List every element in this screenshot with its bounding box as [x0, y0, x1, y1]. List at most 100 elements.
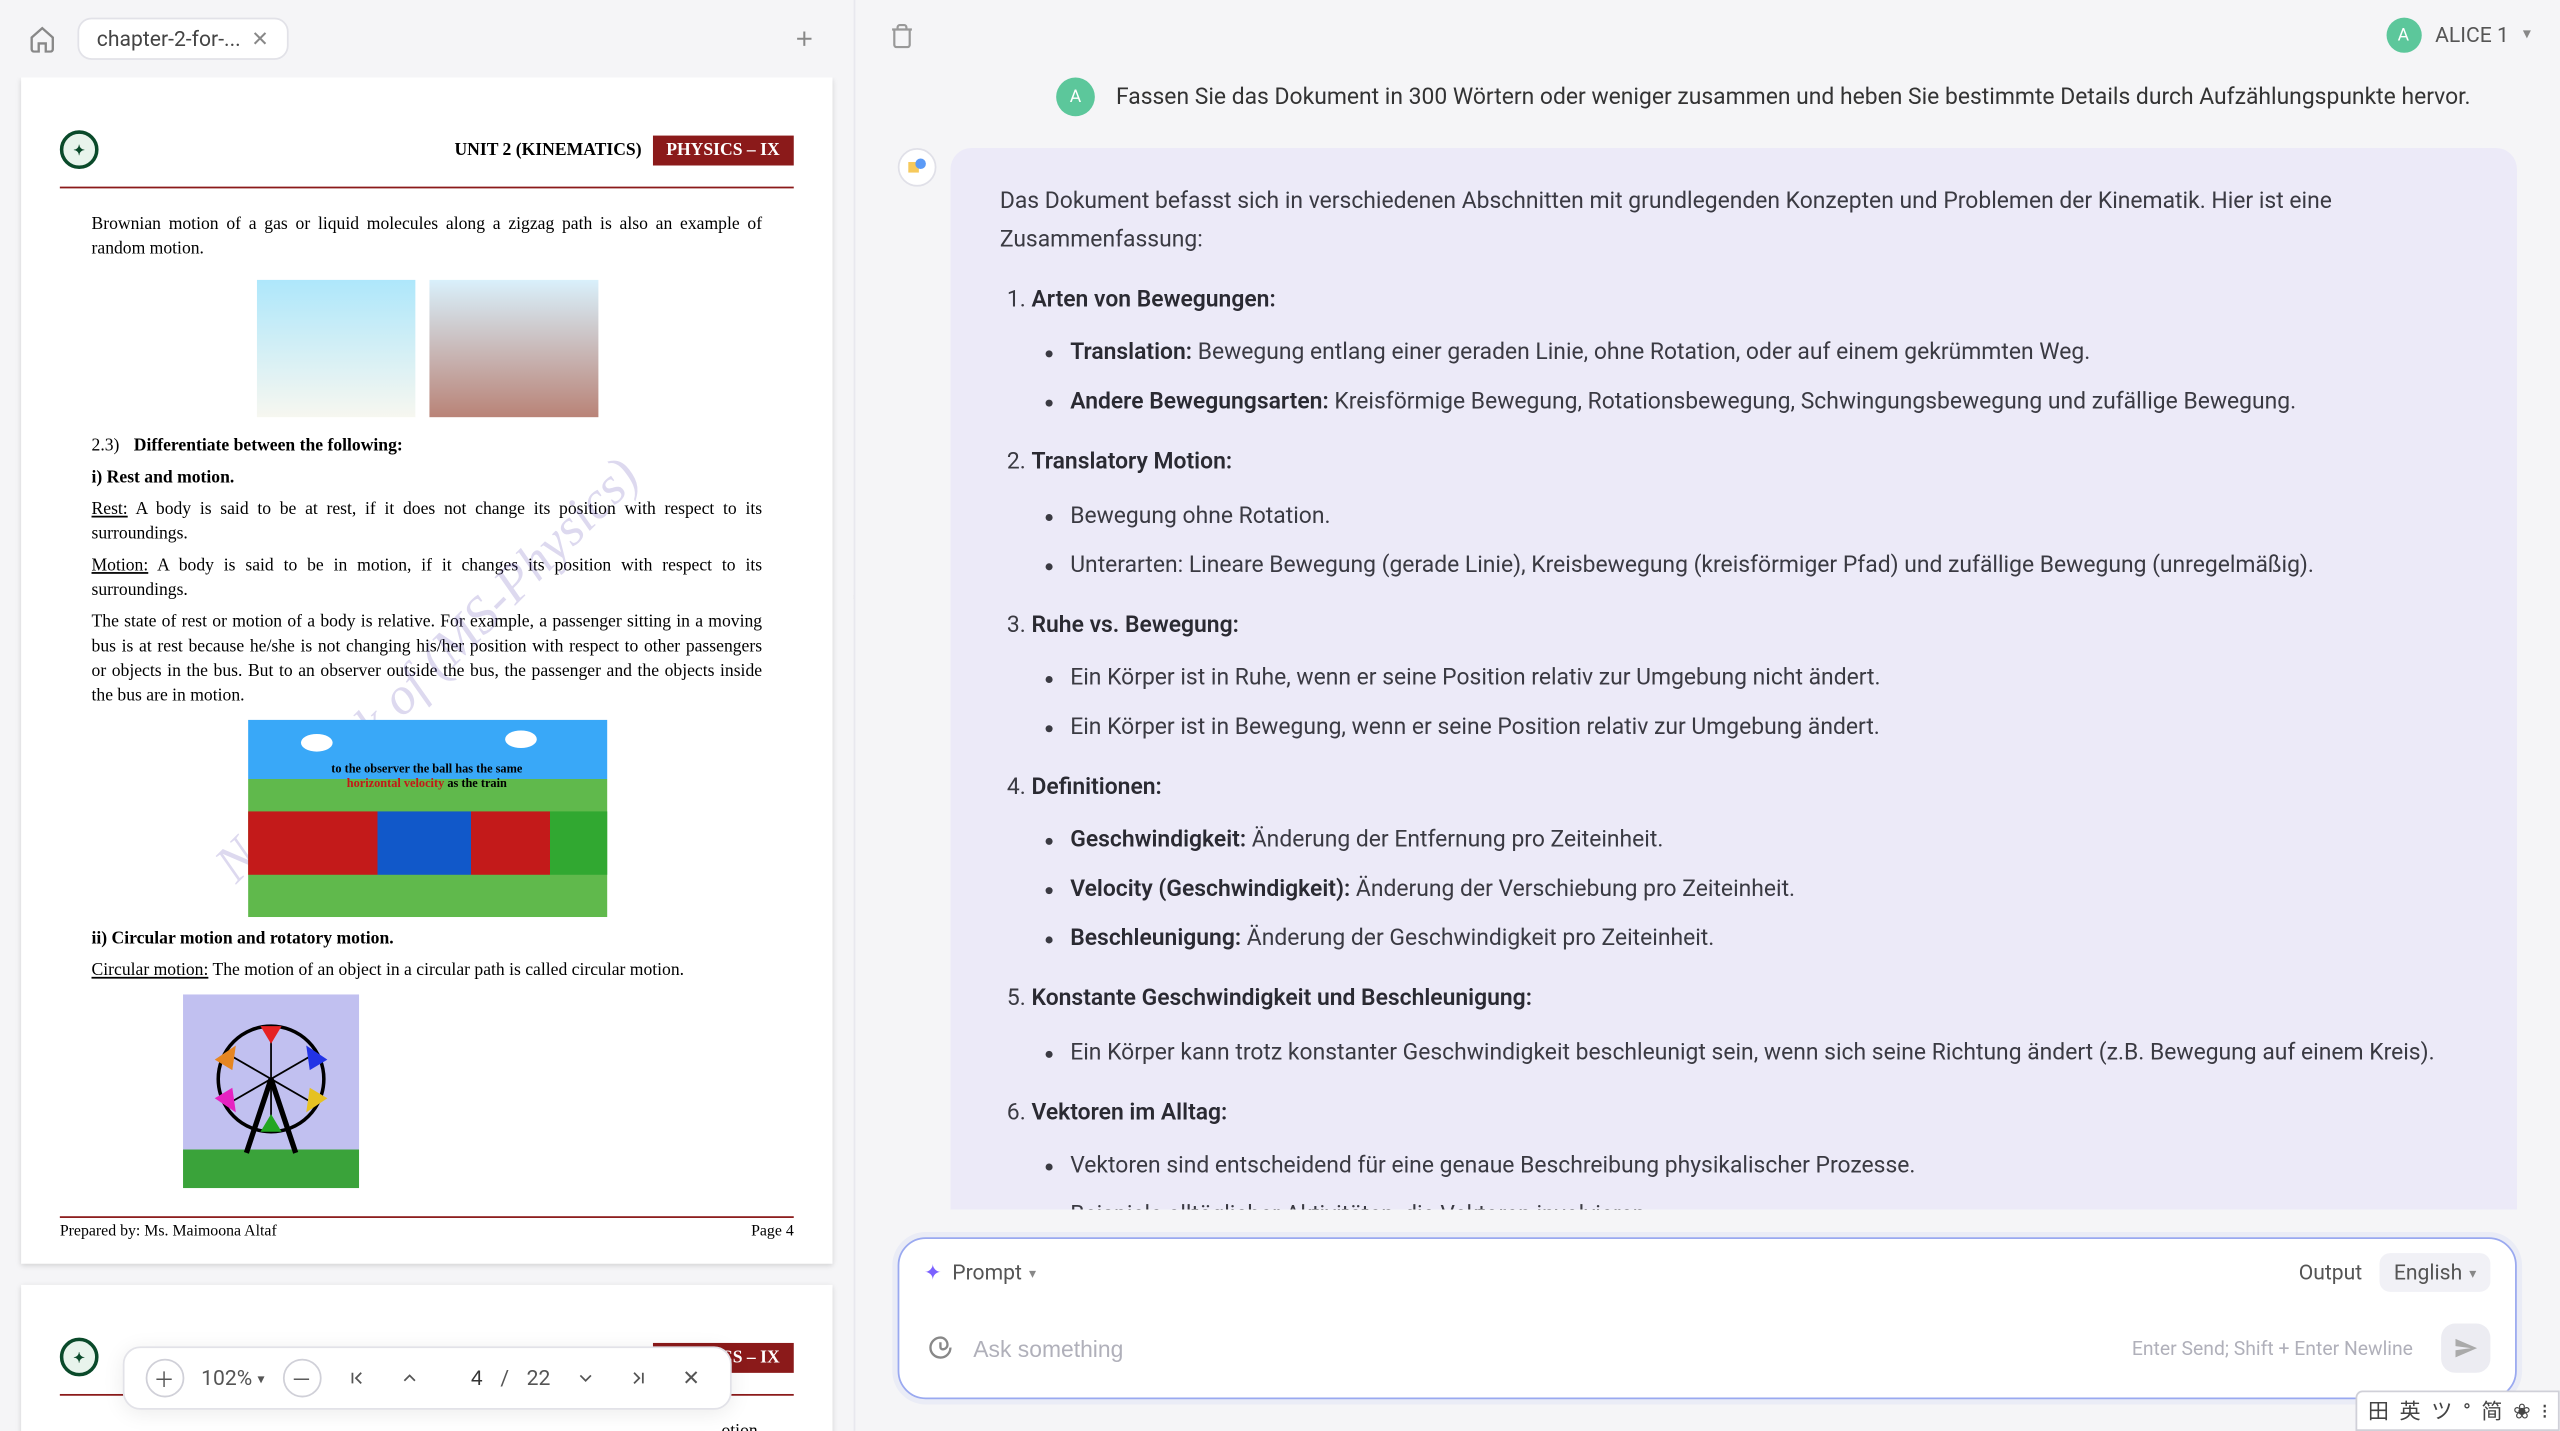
- caption-text: as the train: [444, 776, 507, 790]
- language-select[interactable]: English ▾: [2380, 1253, 2491, 1292]
- image-row: [60, 280, 794, 417]
- ime-button[interactable]: ⁝: [2541, 1398, 2548, 1423]
- list-item: Beschleunigung: Änderung der Geschwindig…: [1070, 921, 2467, 960]
- list-item: Vektoren im Alltag: Vektoren sind entsch…: [1031, 1094, 2467, 1209]
- avatar: A: [2386, 18, 2421, 53]
- chevron-down-icon: ▾: [1029, 1265, 1036, 1281]
- chevron-down-icon: ▾: [2523, 26, 2531, 44]
- list-item: Translatory Motion: Bewegung ohne Rotati…: [1031, 444, 2467, 585]
- school-logo-icon: ✦: [60, 130, 99, 169]
- message-text: Fassen Sie das Dokument in 300 Wörtern o…: [1116, 84, 2471, 110]
- zoom-in-button[interactable]: ＋: [145, 1359, 184, 1398]
- paragraph: Motion: A body is said to be in motion, …: [92, 554, 763, 603]
- close-toolbar-button[interactable]: ✕: [674, 1360, 709, 1395]
- prompt-dropdown[interactable]: Prompt ▾: [952, 1260, 1036, 1285]
- item-title: Arten von Bewegungen:: [1031, 287, 1275, 313]
- term-label: Rest:: [92, 500, 128, 519]
- butterflies-image: [256, 280, 414, 417]
- prompt-label: Prompt: [952, 1260, 1022, 1285]
- attach-button[interactable]: [924, 1332, 956, 1364]
- user-menu[interactable]: A ALICE 1 ▾: [2386, 18, 2531, 53]
- page-number-input[interactable]: [444, 1366, 483, 1391]
- bullet-body: Änderung der Verschiebung pro Zeiteinhei…: [1350, 877, 1795, 903]
- list-item: Ein Körper ist in Bewegung, wenn er sein…: [1070, 709, 2467, 748]
- zoom-dropdown[interactable]: 102% ▾: [201, 1366, 264, 1391]
- list-item: Konstante Geschwindigkeit und Beschleuni…: [1031, 981, 2467, 1073]
- document-viewport[interactable]: Note Book of (MS-Physics) ✦ UNIT 2 (KINE…: [0, 77, 854, 1430]
- input-card: ✦ Prompt ▾ Output English ▾: [898, 1237, 2517, 1399]
- document-tab[interactable]: chapter-2-for-... ✕: [77, 18, 288, 60]
- chat-input[interactable]: [973, 1335, 2114, 1361]
- user-message: A Fassen Sie das Dokument in 300 Wörtern…: [898, 77, 2517, 116]
- last-page-button[interactable]: [621, 1360, 656, 1395]
- ime-button[interactable]: ツ: [2431, 1396, 2452, 1426]
- bullet-label: Beschleunigung:: [1070, 926, 1241, 952]
- term-body: A body is said to be in motion, if it ch…: [92, 556, 763, 600]
- term-label: Motion:: [92, 556, 149, 575]
- caption-highlight: horizontal velocity: [347, 776, 445, 790]
- paragraph: Brownian motion of a gas or liquid molec…: [92, 213, 763, 262]
- list-item: Bewegung ohne Rotation.: [1070, 497, 2467, 536]
- avatar: A: [1056, 77, 1095, 116]
- footer-page-number: Page 4: [751, 1221, 794, 1239]
- user-name: ALICE 1: [2435, 23, 2509, 48]
- bullet-label: Velocity (Geschwindigkeit):: [1070, 877, 1350, 903]
- ime-button[interactable]: 英: [2399, 1396, 2420, 1426]
- input-toolbar: ✦ Prompt ▾ Output English ▾: [899, 1239, 2515, 1306]
- paragraph: Rest: A body is said to be at rest, if i…: [92, 498, 763, 547]
- add-tab-button[interactable]: [783, 18, 825, 60]
- section-heading: 2.3) Differentiate between the following…: [134, 435, 762, 460]
- zoom-value: 102%: [201, 1366, 252, 1391]
- school-logo-icon: ✦: [60, 1338, 99, 1377]
- bullet-label: Geschwindigkeit:: [1070, 827, 1246, 853]
- input-row: Enter Send; Shift + Enter Newline: [899, 1306, 2515, 1398]
- ime-button[interactable]: ❀: [2513, 1398, 2531, 1423]
- ferris-wheel-illustration: [183, 994, 359, 1188]
- chat-messages[interactable]: A Fassen Sie das Dokument in 300 Wörtern…: [855, 70, 2559, 1209]
- ime-button[interactable]: 简: [2481, 1396, 2502, 1426]
- send-button[interactable]: [2441, 1324, 2490, 1373]
- bot-avatar-icon: [898, 148, 937, 187]
- ime-button[interactable]: 田: [2367, 1396, 2388, 1426]
- close-icon[interactable]: ✕: [251, 26, 269, 51]
- list-item: Vektoren sind entscheidend für eine gena…: [1070, 1147, 2467, 1186]
- bullet-body: Änderung der Geschwindigkeit pro Zeitein…: [1241, 926, 1714, 952]
- ime-toolbar[interactable]: 田 英 ツ ° 简 ❀ ⁝: [2355, 1391, 2560, 1431]
- chat-panel: A ALICE 1 ▾ A Fassen Sie das Dokument in…: [854, 0, 2559, 1431]
- section-number: 2.3): [92, 435, 120, 460]
- subject-label: PHYSICS – IX: [652, 135, 794, 165]
- list-item: Velocity (Geschwindigkeit): Änderung der…: [1070, 872, 2467, 911]
- bullet-body: Änderung der Entfernung pro Zeiteinheit.: [1246, 827, 1663, 853]
- footer-author: Prepared by: Ms. Maimoona Altaf: [60, 1221, 277, 1239]
- home-button[interactable]: [21, 18, 63, 60]
- zoom-out-button[interactable]: －: [282, 1359, 321, 1398]
- prev-page-button[interactable]: [391, 1360, 426, 1395]
- next-page-button[interactable]: [568, 1360, 603, 1395]
- assistant-message: Das Dokument befasst sich in verschieden…: [898, 148, 2517, 1209]
- first-page-button[interactable]: [338, 1360, 373, 1395]
- ime-button[interactable]: °: [2463, 1398, 2471, 1423]
- document-panel: chapter-2-for-... ✕ Note Book of (MS-Phy…: [0, 0, 854, 1431]
- term-body: The motion of an object in a circular pa…: [208, 961, 684, 980]
- caption-text: to the observer the ball has the same: [331, 762, 522, 776]
- item-title: Ruhe vs. Bewegung:: [1031, 612, 1238, 638]
- page-footer: Prepared by: Ms. Maimoona Altaf Page 4: [60, 1216, 794, 1239]
- input-area: ✦ Prompt ▾ Output English ▾: [898, 1237, 2517, 1399]
- message-bubble: Das Dokument befasst sich in verschieden…: [950, 148, 2516, 1209]
- delete-button[interactable]: [884, 18, 919, 53]
- list-item: Definitionen: Geschwindigkeit: Änderung …: [1031, 769, 2467, 960]
- bullet-body: Bewegung entlang einer geraden Linie, oh…: [1192, 340, 2090, 366]
- list-item: Translation: Bewegung entlang einer gera…: [1070, 335, 2467, 374]
- page-header: ✦ UNIT 2 (KINEMATICS) PHYSICS – IX: [60, 130, 794, 169]
- page-total: 22: [527, 1366, 551, 1391]
- paragraph-fragment: ...otion.: [92, 1420, 763, 1431]
- list-item: Arten von Bewegungen: Translation: Beweg…: [1031, 282, 2467, 423]
- train-illustration: to the observer the ball has the same ho…: [247, 720, 606, 917]
- item-title: Vektoren im Alltag:: [1031, 1099, 1227, 1125]
- language-value: English: [2394, 1260, 2462, 1285]
- bullet-body: Kreisförmige Bewegung, Rotationsbewegung…: [1329, 390, 2296, 416]
- paragraph: The state of rest or motion of a body is…: [92, 611, 763, 710]
- tab-title: chapter-2-for-...: [97, 26, 241, 51]
- assistant-intro: Das Dokument befasst sich in verschieden…: [1000, 183, 2468, 261]
- list-item: Unterarten: Lineare Bewegung (gerade Lin…: [1070, 547, 2467, 586]
